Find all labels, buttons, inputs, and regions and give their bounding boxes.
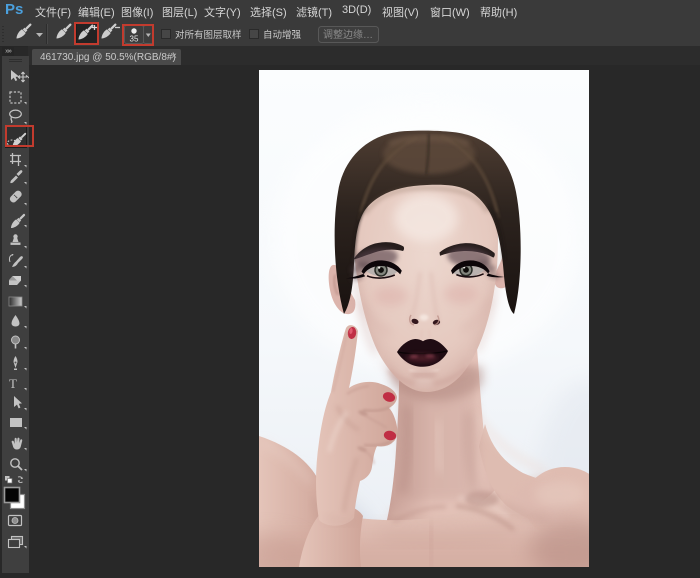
svg-text:自动增强: 自动增强 <box>263 29 302 41</box>
svg-text:调整边缘…: 调整边缘… <box>323 28 373 41</box>
svg-text:T: T <box>9 376 17 391</box>
svg-text:对所有图层取样: 对所有图层取样 <box>175 29 242 41</box>
